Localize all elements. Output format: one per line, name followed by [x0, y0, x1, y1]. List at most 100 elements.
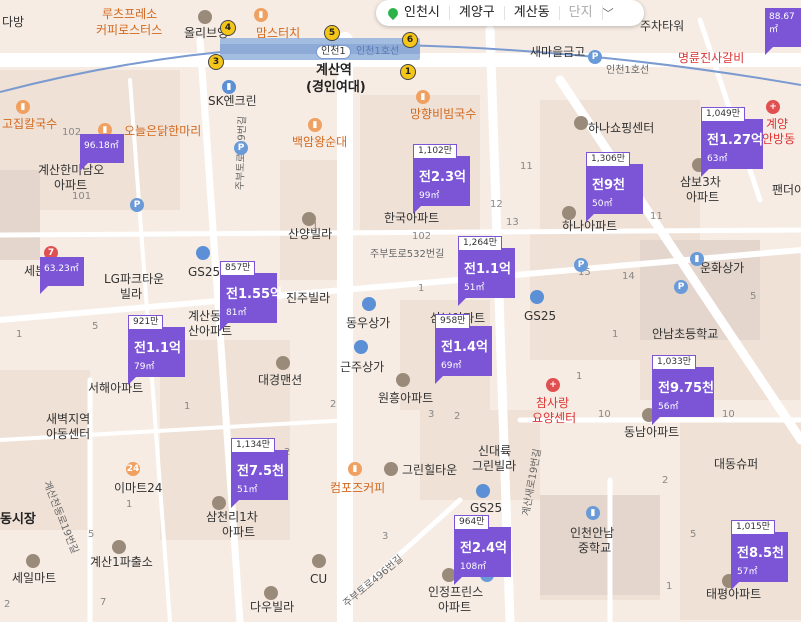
- place-label: 아동센터: [46, 427, 91, 441]
- lot-number: 11: [650, 211, 663, 222]
- hospital-icon: +: [546, 378, 560, 392]
- region-selector[interactable]: 인천시 계양구 계산동 단지 ﹀: [376, 0, 644, 26]
- lot-number: 2: [330, 399, 337, 410]
- exit-3-icon[interactable]: 3: [208, 54, 224, 70]
- listing-area: 56㎡: [658, 402, 679, 412]
- place-label: 고집칼국수: [2, 117, 58, 131]
- listing-count: 958만: [435, 314, 471, 329]
- lot-number: 1: [184, 401, 191, 412]
- listing-area: 63㎡: [707, 154, 728, 164]
- listing-area: 57㎡: [737, 567, 758, 577]
- place-label: 그린빌라: [472, 459, 517, 473]
- building-icon: [276, 356, 290, 370]
- listing-area: 79㎡: [134, 362, 155, 372]
- complex-selector[interactable]: 단지: [560, 6, 603, 20]
- listing-area: 51㎡: [464, 283, 485, 293]
- place-label: 백암왕순대: [292, 135, 348, 149]
- listing-area: 51㎡: [237, 485, 258, 495]
- place-label: GS25: [188, 265, 221, 279]
- lot-number: 13: [506, 217, 519, 228]
- lot-number: 102: [412, 231, 432, 242]
- listing-price: 전9.75천: [658, 381, 714, 396]
- area-tag-value: 96.18㎡: [84, 141, 119, 151]
- place-label: 신대륙: [478, 444, 512, 458]
- lot-number: 3: [428, 409, 435, 420]
- place-label: 맘스터치: [256, 26, 301, 40]
- place-label: 빌라: [120, 287, 143, 301]
- listing-price: 전1.1억: [134, 341, 181, 356]
- parking-icon: P: [130, 198, 144, 212]
- place-label: 인천안남: [570, 526, 615, 540]
- gs25-icon: [196, 246, 210, 260]
- line-name: 인천1호선: [356, 46, 400, 57]
- area-tag-value: 63.23㎡: [44, 264, 79, 274]
- exit-5-icon[interactable]: 5: [324, 25, 340, 41]
- area-tag[interactable]: 63.23㎡: [40, 257, 84, 294]
- listing-count: 1,015만: [731, 520, 776, 535]
- place-label: 한국아파트: [384, 211, 440, 225]
- place-label: 산양빌라: [288, 227, 333, 241]
- building-icon: [574, 116, 588, 130]
- lot-number: 1: [576, 371, 583, 382]
- place-label: 근주상가: [340, 360, 385, 374]
- cu-icon: [312, 554, 326, 568]
- listing-area: 69㎡: [441, 361, 462, 371]
- cafe-icon: ▮: [348, 462, 362, 476]
- convenience-icon: 24: [126, 462, 140, 476]
- map-canvas[interactable]: [0, 0, 801, 622]
- food-icon: ▮: [16, 100, 30, 114]
- place-label: 컴포즈커피: [330, 481, 386, 495]
- listing-count: 964만: [454, 515, 490, 530]
- station-name[interactable]: 계산역: [316, 64, 352, 77]
- chevron-down-icon[interactable]: ﹀: [603, 5, 624, 21]
- lot-number: 7: [100, 597, 107, 608]
- building-icon: [198, 10, 212, 24]
- place-label: GS25: [470, 501, 503, 515]
- lot-number: 5: [690, 529, 697, 540]
- lot-number: 2: [662, 475, 669, 486]
- place-label: 아파트: [222, 525, 256, 539]
- lot-number: 5: [750, 291, 757, 302]
- place-label: CU: [310, 572, 328, 586]
- place-label: 안남초등학교: [652, 327, 719, 341]
- listing-price: 전1.55억: [226, 287, 282, 302]
- lot-number: 1: [666, 581, 673, 592]
- place-label: 대동슈퍼: [714, 457, 759, 471]
- area-tag-value: 88.67㎡: [769, 12, 795, 35]
- exit-4-icon[interactable]: 4: [220, 20, 236, 36]
- place-label: 대경맨션: [258, 373, 303, 387]
- place-label: 아파트: [54, 178, 88, 192]
- listing-count: 1,264만: [458, 236, 503, 251]
- listing-count: 1,306만: [586, 152, 631, 167]
- school-icon: ▮: [586, 506, 600, 520]
- region-district[interactable]: 계양구: [450, 6, 505, 20]
- mart-icon: [354, 340, 368, 354]
- place-label: GS25: [524, 309, 557, 323]
- place-label: 참사랑: [536, 396, 570, 410]
- building-icon: [562, 206, 576, 220]
- place-label: 인정프린스: [428, 585, 484, 599]
- region-city[interactable]: 인천시: [376, 5, 450, 20]
- lot-number: 101: [72, 191, 92, 202]
- lot-number: 11: [520, 161, 533, 172]
- road-label: 인천1호선: [606, 65, 650, 76]
- building-icon: [396, 373, 410, 387]
- hospital-icon: +: [766, 100, 780, 114]
- lot-number: 102: [62, 127, 82, 138]
- exit-1-icon[interactable]: 1: [400, 64, 416, 80]
- region-dong[interactable]: 계산동: [505, 6, 560, 20]
- area-tag[interactable]: 88.67㎡: [765, 8, 801, 55]
- lot-number: 14: [622, 271, 635, 282]
- place-label: 계산한미남오: [38, 163, 105, 177]
- place-label: 세일마트: [12, 571, 57, 585]
- place-label: 계산동: [188, 309, 222, 323]
- parking-icon: P: [574, 258, 588, 272]
- area-tag[interactable]: 96.18㎡: [80, 134, 124, 171]
- listing-count: 1,102만: [413, 144, 458, 159]
- place-label: 계산1파출소: [90, 555, 153, 569]
- listing-price: 전1.27억: [707, 133, 763, 148]
- listing-area: 108㎡: [460, 562, 487, 572]
- exit-6-icon[interactable]: 6: [402, 32, 418, 48]
- place-label: 오늘은닭한마리: [124, 124, 202, 138]
- food-icon: ▮: [254, 8, 268, 22]
